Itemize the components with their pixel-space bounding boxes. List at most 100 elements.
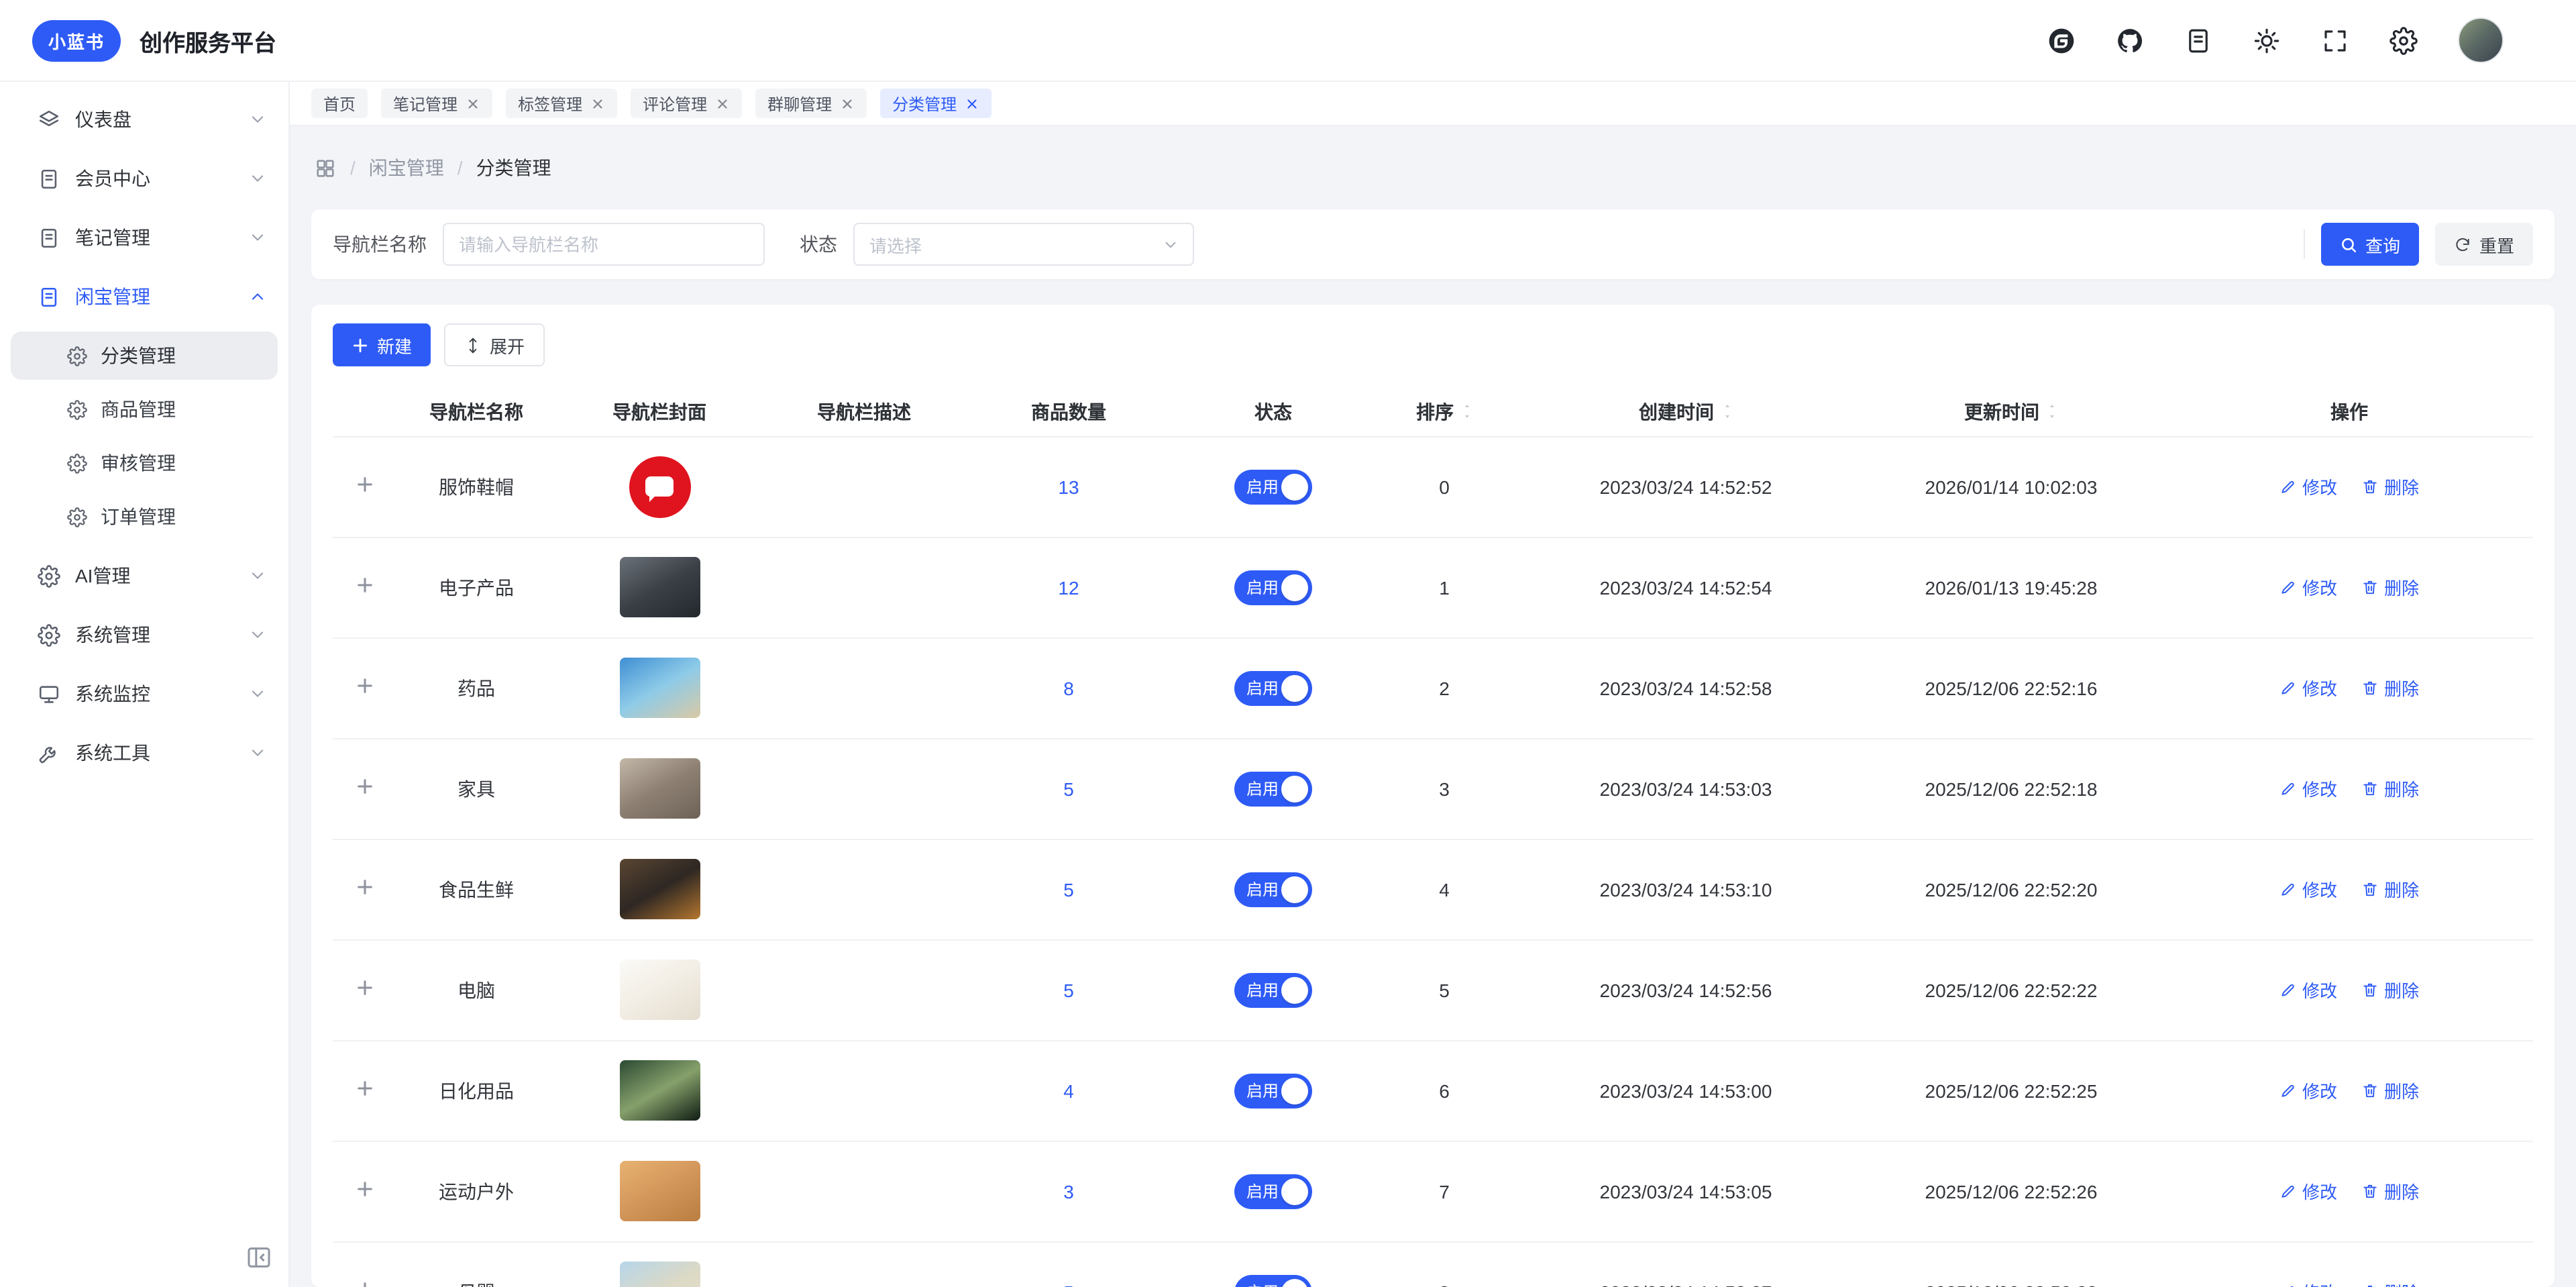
sort-caret-up-icon[interactable] [1721,403,1733,411]
product-count-link[interactable]: 13 [1058,476,1079,497]
tab-group-chat[interactable]: 群聊管理 [755,89,867,118]
status-toggle[interactable]: 启用 [1234,1274,1312,1287]
create-button[interactable]: 新建 [333,323,431,366]
expand-row-icon[interactable] [356,978,374,997]
expand-all-button[interactable]: 展开 [444,323,545,366]
product-count-link[interactable]: 5 [1063,1281,1074,1287]
edit-button[interactable]: 修改 [2279,574,2337,600]
status-toggle[interactable]: 启用 [1234,972,1312,1007]
theme-icon[interactable] [2253,26,2281,54]
breadcrumb-parent[interactable]: 闲宝管理 [369,154,444,181]
status-toggle[interactable]: 启用 [1234,771,1312,806]
product-count-link[interactable]: 4 [1063,1080,1074,1101]
sidebar-collapse-icon[interactable] [246,1244,272,1271]
filter-name-input[interactable] [443,223,765,266]
expand-row-icon[interactable] [356,777,374,796]
expand-row-icon[interactable] [356,1280,374,1287]
delete-button-label: 删除 [2384,574,2419,600]
breadcrumb-separator: / [350,157,356,178]
tab-category[interactable]: 分类管理 [880,89,991,118]
sidebar-item-category-management[interactable]: 分类管理 [11,331,278,380]
edit-button[interactable]: 修改 [2279,1178,2337,1204]
fullscreen-icon[interactable] [2321,26,2349,54]
product-count-link[interactable]: 8 [1063,677,1074,699]
expand-row-icon[interactable] [356,475,374,494]
status-toggle[interactable]: 启用 [1234,872,1312,907]
tab-tag[interactable]: 标签管理 [506,89,617,118]
product-count-link[interactable]: 3 [1063,1180,1074,1202]
tab-comment[interactable]: 评论管理 [631,89,742,118]
sidebar-item-system-monitor[interactable]: 系统监控 [0,664,288,723]
close-icon[interactable] [715,96,730,111]
search-button[interactable]: 查询 [2321,223,2419,266]
sidebar-item-xianbao-management[interactable]: 闲宝管理 [0,267,288,326]
edit-button[interactable]: 修改 [2279,675,2337,701]
expand-row-icon[interactable] [356,676,374,695]
status-toggle[interactable]: 启用 [1234,1073,1312,1108]
status-toggle[interactable]: 启用 [1234,570,1312,605]
product-count-link[interactable]: 5 [1063,778,1074,799]
reset-button[interactable]: 重置 [2435,223,2533,266]
close-icon[interactable] [466,96,480,111]
expand-row-icon[interactable] [356,576,374,595]
sidebar-item-dashboard[interactable]: 仪表盘 [0,90,288,149]
sidebar-item-system-tools[interactable]: 系统工具 [0,723,288,782]
github-icon[interactable] [2116,26,2144,54]
expand-row-icon[interactable] [356,1079,374,1098]
delete-button[interactable]: 删除 [2361,776,2419,801]
delete-button[interactable]: 删除 [2361,1078,2419,1103]
grid-icon[interactable] [314,156,337,179]
product-count-link[interactable]: 5 [1063,979,1074,1000]
product-count-link[interactable]: 12 [1058,576,1079,598]
sort-control[interactable] [1460,403,1472,421]
avatar[interactable] [2458,17,2504,63]
delete-button[interactable]: 删除 [2361,1178,2419,1204]
sort-control[interactable] [2046,403,2058,421]
status-toggle[interactable]: 启用 [1234,1174,1312,1208]
delete-button[interactable]: 删除 [2361,474,2419,499]
expand-row-icon[interactable] [356,878,374,896]
row-name: 服饰鞋帽 [439,476,514,497]
filter-status-select[interactable]: 请选择 [853,223,1194,266]
cell-status: 启用 [1173,637,1374,738]
sort-caret-down-icon[interactable] [2046,413,2058,421]
sidebar-item-order-management[interactable]: 订单管理 [11,493,278,541]
expand-row-icon[interactable] [356,1180,374,1198]
delete-button[interactable]: 删除 [2361,675,2419,701]
close-icon[interactable] [590,96,605,111]
delete-button[interactable]: 删除 [2361,1279,2419,1287]
edit-button[interactable]: 修改 [2279,474,2337,499]
sidebar-item-audit-management[interactable]: 审核管理 [11,439,278,487]
status-toggle[interactable]: 启用 [1234,469,1312,504]
settings-icon[interactable] [2390,26,2418,54]
sort-caret-down-icon[interactable] [1721,413,1733,421]
edit-button[interactable]: 修改 [2279,1078,2337,1103]
tab-note[interactable]: 笔记管理 [381,89,492,118]
sidebar-item-system-management[interactable]: 系统管理 [0,605,288,664]
sort-caret-down-icon[interactable] [1460,413,1472,421]
gitee-icon[interactable] [2047,26,2076,54]
edit-button[interactable]: 修改 [2279,876,2337,902]
delete-button[interactable]: 删除 [2361,574,2419,600]
sort-caret-up-icon[interactable] [2046,403,2058,411]
delete-button[interactable]: 删除 [2361,876,2419,902]
cover-image [619,758,700,819]
document-icon[interactable] [2184,26,2212,54]
close-icon[interactable] [840,96,855,111]
sidebar-item-note-management[interactable]: 笔记管理 [0,208,288,267]
app-logo[interactable]: 小蓝书 [32,19,121,61]
delete-button[interactable]: 删除 [2361,977,2419,1002]
sort-caret-up-icon[interactable] [1460,403,1472,411]
product-count-link[interactable]: 5 [1063,878,1074,900]
edit-button[interactable]: 修改 [2279,776,2337,801]
edit-button[interactable]: 修改 [2279,1279,2337,1287]
sidebar-item-product-management[interactable]: 商品管理 [11,385,278,433]
cell-status: 启用 [1173,1040,1374,1141]
sort-control[interactable] [1721,403,1733,421]
sidebar-item-member-center[interactable]: 会员中心 [0,149,288,208]
close-icon[interactable] [965,96,979,111]
sidebar-item-ai-management[interactable]: AI管理 [0,546,288,605]
status-toggle[interactable]: 启用 [1234,670,1312,705]
tab-home[interactable]: 首页 [311,89,368,118]
edit-button[interactable]: 修改 [2279,977,2337,1002]
